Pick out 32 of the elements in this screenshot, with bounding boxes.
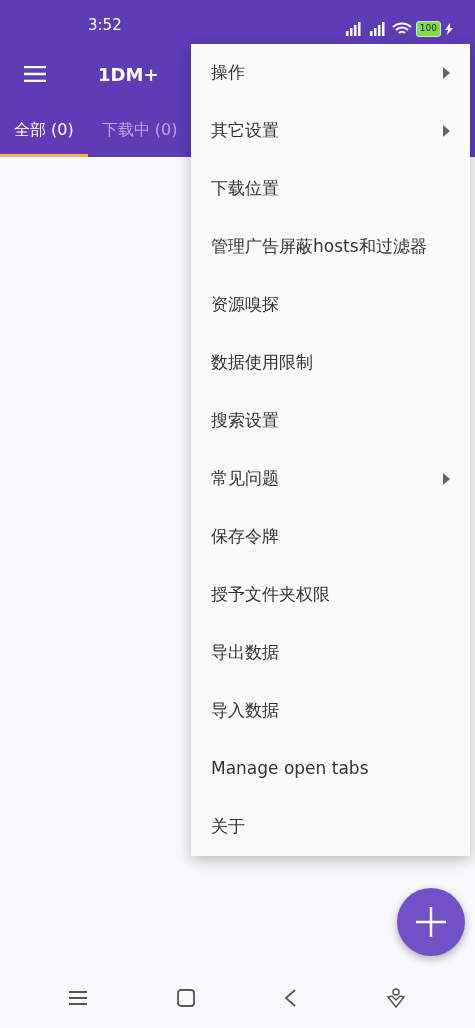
wifi-icon xyxy=(391,22,412,36)
menu-item[interactable]: 资源嗅探 xyxy=(191,276,470,334)
menu-item[interactable]: 其它设置 xyxy=(191,102,470,160)
tab[interactable]: 全部 (0) xyxy=(0,104,88,157)
menu-item[interactable]: 常见问题 xyxy=(191,450,470,508)
menu-item[interactable]: 导出数据 xyxy=(191,624,470,682)
menu-item[interactable]: 管理广告屏蔽hosts和过滤器 xyxy=(191,218,470,276)
menu-item[interactable]: 操作 xyxy=(191,44,470,102)
menu-item[interactable]: 搜索设置 xyxy=(191,392,470,450)
menu-item[interactable]: 下载位置 xyxy=(191,160,470,218)
submenu-arrow-icon xyxy=(443,67,450,79)
menu-item[interactable]: 保存令牌 xyxy=(191,508,470,566)
menu-item[interactable]: 授予文件夹权限 xyxy=(191,566,470,624)
plus-icon xyxy=(416,907,446,937)
menu-icon[interactable] xyxy=(68,991,87,1005)
signal-icon xyxy=(367,22,388,36)
submenu-arrow-icon xyxy=(443,473,450,485)
charging-icon xyxy=(445,23,453,35)
add-button[interactable] xyxy=(397,888,465,956)
app-title: 1DM+ xyxy=(98,62,159,87)
menu-item[interactable]: 数据使用限制 xyxy=(191,334,470,392)
signal-icon xyxy=(343,22,364,36)
menu-item[interactable]: Manage open tabs xyxy=(191,740,470,798)
submenu-arrow-icon xyxy=(443,125,450,137)
menu-item[interactable]: 导入数据 xyxy=(191,682,470,740)
back-icon[interactable] xyxy=(284,989,297,1007)
tab[interactable]: 下载中 (0) xyxy=(87,104,192,157)
home-icon[interactable] xyxy=(176,989,195,1007)
battery-level: 100 xyxy=(415,21,441,37)
assistant-icon[interactable] xyxy=(386,988,407,1008)
menu-item[interactable]: 关于 xyxy=(191,798,470,856)
status-time: 3:52 xyxy=(88,15,122,36)
